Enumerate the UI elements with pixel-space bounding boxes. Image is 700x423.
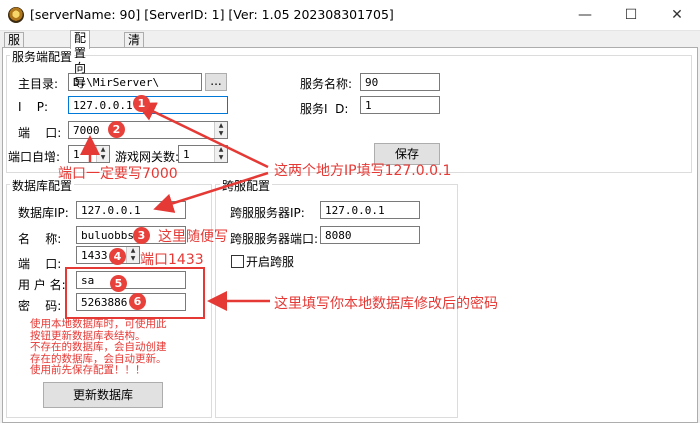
ip-annotation: 这两个地方IP填写127.0.0.1 xyxy=(274,163,452,179)
port-must-annotation: 端口一定要写7000 xyxy=(58,166,178,182)
badge-3: 3 xyxy=(133,227,150,244)
password-annotation: 这里填写你本地数据库修改后的密码 xyxy=(274,296,498,312)
tab-config-wizard[interactable]: 配置向导 xyxy=(70,30,91,90)
name-annotation: 这里随便写 xyxy=(158,229,228,245)
arrow-ip xyxy=(135,102,269,169)
badge-1: 1 xyxy=(133,95,150,112)
badge-6: 6 xyxy=(129,293,146,310)
badge-4: 4 xyxy=(109,248,126,265)
badge-5: 5 xyxy=(110,275,127,292)
db-port-annotation: 端口1433 xyxy=(140,252,204,268)
annotation-arrows xyxy=(65,102,270,319)
badge-2: 2 xyxy=(108,121,125,138)
